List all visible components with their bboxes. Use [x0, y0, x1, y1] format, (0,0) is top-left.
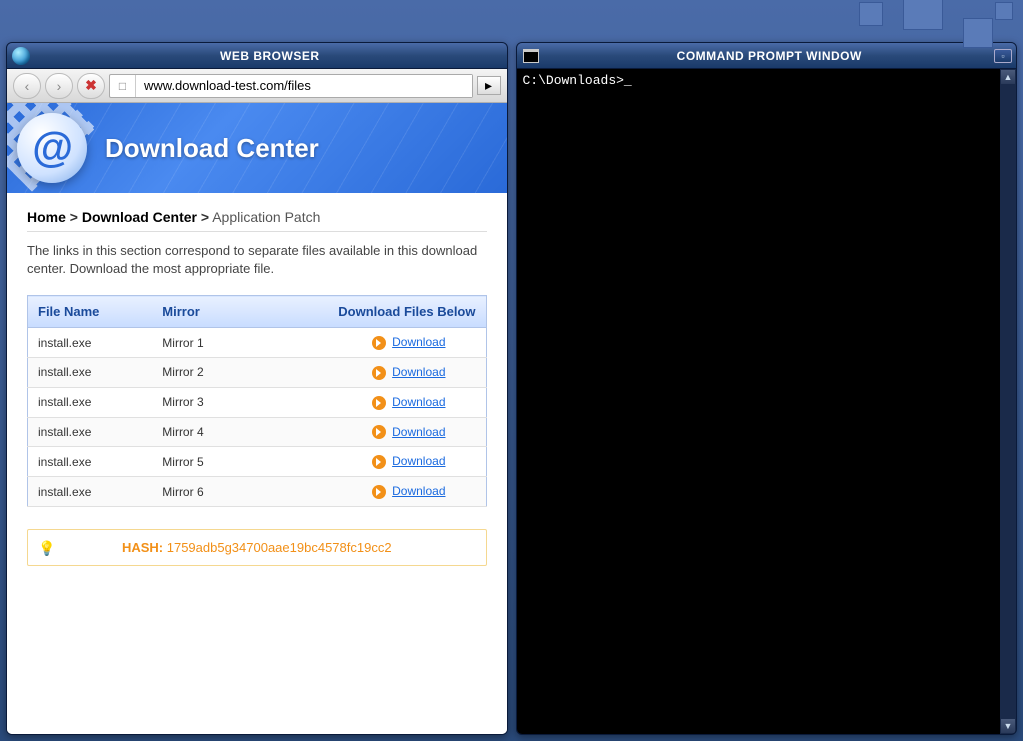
cmd-prompt: C:\Downloads> — [523, 73, 624, 88]
cmd-output[interactable]: C:\Downloads>_ — [517, 69, 1001, 734]
cell-mirror: Mirror 5 — [152, 447, 245, 477]
at-sign-icon: @ — [17, 113, 87, 183]
cell-mirror: Mirror 1 — [152, 328, 245, 358]
download-link[interactable]: Download — [392, 335, 445, 349]
cell-file: install.exe — [28, 477, 153, 507]
forward-button[interactable]: › — [45, 73, 73, 99]
breadcrumb-mid[interactable]: Download Center — [82, 209, 197, 225]
cell-mirror: Mirror 3 — [152, 387, 245, 417]
banner-title: Download Center — [105, 133, 319, 164]
download-link[interactable]: Download — [392, 395, 445, 409]
globe-icon — [11, 46, 31, 66]
download-link[interactable]: Download — [392, 365, 445, 379]
download-arrow-icon — [372, 366, 386, 380]
cursor: _ — [624, 73, 632, 88]
back-button[interactable]: ‹ — [13, 73, 41, 99]
col-mirror: Mirror — [152, 296, 245, 328]
url-bar: □ — [109, 74, 473, 98]
browser-window: WEB BROWSER ‹ › ✖ □ ▸ @ Download Center — [6, 42, 508, 735]
download-arrow-icon — [372, 455, 386, 469]
hash-box: 💡 HASH: 1759adb5g34700aae19bc4578fc19cc2 — [27, 529, 487, 566]
table-row: install.exeMirror 6 Download — [28, 477, 487, 507]
cell-file: install.exe — [28, 357, 153, 387]
table-row: install.exeMirror 5 Download — [28, 447, 487, 477]
table-row: install.exeMirror 2 Download — [28, 357, 487, 387]
cell-file: install.exe — [28, 447, 153, 477]
download-link[interactable]: Download — [392, 484, 445, 498]
command-prompt-window: COMMAND PROMPT WINDOW ▫ C:\Downloads>_ ▲… — [516, 42, 1018, 735]
hash-value: 1759adb5g34700aae19bc4578fc19cc2 — [167, 540, 392, 555]
table-row: install.exeMirror 3 Download — [28, 387, 487, 417]
page-viewport[interactable]: @ Download Center Home > Download Center… — [7, 103, 507, 734]
scroll-down-button[interactable]: ▼ — [1000, 718, 1016, 734]
browser-window-title: WEB BROWSER — [37, 49, 503, 63]
url-input[interactable] — [136, 75, 472, 97]
page-icon: □ — [110, 75, 136, 97]
cell-file: install.exe — [28, 387, 153, 417]
section-description: The links in this section correspond to … — [27, 242, 487, 277]
hash-label: HASH: — [122, 540, 163, 555]
download-link[interactable]: Download — [392, 454, 445, 468]
scroll-up-button[interactable]: ▲ — [1000, 69, 1016, 85]
cell-mirror: Mirror 4 — [152, 417, 245, 447]
go-button[interactable]: ▸ — [477, 76, 501, 95]
browser-titlebar[interactable]: WEB BROWSER — [7, 43, 507, 69]
download-link[interactable]: Download — [392, 425, 445, 439]
cell-file: install.exe — [28, 328, 153, 358]
col-download: Download Files Below — [246, 296, 486, 328]
download-arrow-icon — [372, 336, 386, 350]
background-decoration — [773, 0, 1023, 60]
download-arrow-icon — [372, 396, 386, 410]
breadcrumb: Home > Download Center > Application Pat… — [27, 209, 487, 232]
browser-navbar: ‹ › ✖ □ ▸ — [7, 69, 507, 103]
lightbulb-icon: 💡 — [38, 540, 55, 557]
download-arrow-icon — [372, 485, 386, 499]
site-banner: @ Download Center — [7, 103, 507, 193]
cell-mirror: Mirror 2 — [152, 357, 245, 387]
download-arrow-icon — [372, 425, 386, 439]
table-row: install.exeMirror 1 Download — [28, 328, 487, 358]
stop-button[interactable]: ✖ — [77, 73, 105, 99]
download-table: File Name Mirror Download Files Below in… — [27, 295, 487, 507]
col-file-name: File Name — [28, 296, 153, 328]
cell-mirror: Mirror 6 — [152, 477, 245, 507]
cell-file: install.exe — [28, 417, 153, 447]
cmd-scrollbar[interactable]: ▲ ▼ — [1000, 69, 1016, 734]
breadcrumb-home[interactable]: Home — [27, 209, 66, 225]
breadcrumb-current: Application Patch — [212, 209, 320, 225]
scroll-track[interactable] — [1000, 85, 1016, 718]
table-row: install.exeMirror 4 Download — [28, 417, 487, 447]
terminal-icon — [521, 46, 541, 66]
